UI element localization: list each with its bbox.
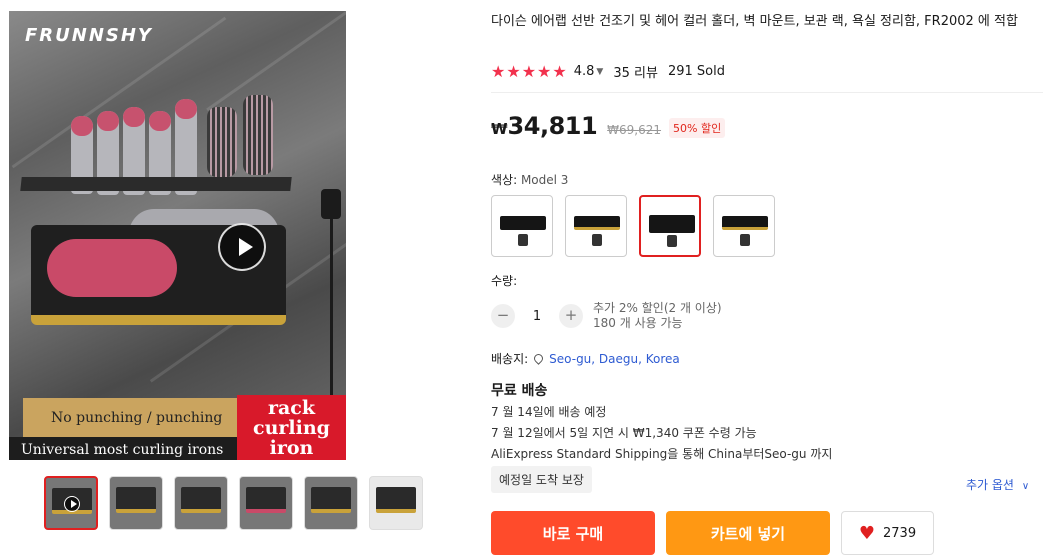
thumbnail-6[interactable]: [369, 476, 423, 530]
thumbnail-4[interactable]: [239, 476, 293, 530]
free-shipping-title: 무료 배송: [491, 383, 548, 399]
more-options-link[interactable]: 추가 옵션 ∨: [966, 476, 1029, 493]
wishlist-button[interactable]: ♥ 2739: [841, 511, 934, 555]
chevron-down-icon: ∨: [1021, 481, 1030, 492]
feature-banner-punching: No punching / punching: [23, 398, 248, 438]
heart-icon: ♥: [858, 522, 876, 544]
product-title: 다이슨 에어랩 선반 건조기 및 헤어 컬러 홀더, 벽 마운트, 보관 랙, …: [491, 14, 1018, 29]
sold-count: 291 Sold: [667, 64, 725, 79]
thumbnail-5[interactable]: [304, 476, 358, 530]
color-swatches: [491, 195, 775, 257]
play-icon[interactable]: [218, 223, 266, 271]
current-price: 34,811: [507, 112, 598, 140]
more-options-label: 추가 옵션: [966, 478, 1014, 492]
color-option-3[interactable]: [639, 195, 701, 257]
quantity-value[interactable]: 1: [515, 309, 559, 324]
color-selected-value: Model 3: [520, 173, 569, 187]
color-option-2[interactable]: [565, 195, 627, 257]
shipping-method: AliExpress Standard Shipping을 통해 China부터…: [491, 447, 833, 461]
original-price: ₩69,621: [607, 123, 662, 137]
color-label: 색상: Model 3: [491, 171, 568, 188]
add-to-cart-button[interactable]: 카트에 넣기: [666, 511, 830, 555]
discount-badge: 50% 할인: [669, 118, 726, 138]
quantity-decrease-button[interactable]: −: [491, 304, 515, 328]
rating-value[interactable]: 4.8: [574, 64, 595, 79]
play-icon: [64, 496, 80, 512]
rating-row: ★★★★★ 4.8 ▼ 35 리뷰 291 Sold: [491, 62, 725, 81]
wishlist-count: 2739: [883, 525, 917, 541]
product-main-image[interactable]: FRUNNSHY No punching / punching Universa…: [9, 11, 346, 460]
ship-to-row: 배송지: Seo-gu, Daegu, Korea: [491, 350, 680, 367]
thumbnail-2[interactable]: [109, 476, 163, 530]
price-row: ₩ 34,811 ₩69,621 50% 할인: [491, 112, 726, 140]
on-time-guarantee-badge: 예정일 도착 보장: [491, 466, 592, 493]
thumbnail-3[interactable]: [174, 476, 228, 530]
color-option-4[interactable]: [713, 195, 775, 257]
delay-coupon-note: 7 월 12일에서 5일 지연 시 ₩1,340 쿠폰 수령 가능: [491, 426, 757, 440]
currency-symbol: ₩: [491, 120, 508, 138]
bulk-discount-note: 추가 2% 할인(2 개 이상): [593, 301, 722, 315]
feature-banner-rack: rack curling iron: [237, 395, 346, 460]
star-icon: ★★★★★: [491, 62, 568, 81]
shelf-graphic: [20, 177, 292, 191]
stock-available: 180 개 사용 가능: [593, 316, 683, 330]
quantity-note: 추가 2% 할인(2 개 이상) 180 개 사용 가능: [593, 301, 722, 331]
buy-now-button[interactable]: 바로 구매: [491, 511, 655, 555]
divider: [491, 92, 1043, 93]
thumbnail-1[interactable]: [44, 476, 98, 530]
banner-word-1: rack: [267, 397, 316, 419]
color-label-text: 색상:: [491, 173, 521, 187]
banner-word-2: curling: [253, 417, 330, 439]
banner-word-3: iron: [269, 437, 314, 459]
brand-logo: FRUNNSHY: [25, 25, 153, 46]
reviews-link[interactable]: 35 리뷰: [613, 62, 658, 81]
quantity-stepper: − 1 + 추가 2% 할인(2 개 이상) 180 개 사용 가능: [491, 301, 722, 331]
feature-banner-universal: Universal most curling irons: [9, 437, 237, 460]
chevron-down-icon[interactable]: ▼: [596, 67, 603, 77]
ship-to-location[interactable]: Seo-gu, Daegu, Korea: [549, 352, 680, 366]
ship-to-label: 배송지:: [491, 352, 529, 366]
color-option-1[interactable]: [491, 195, 553, 257]
quantity-increase-button[interactable]: +: [559, 304, 583, 328]
location-pin-icon: [532, 352, 546, 365]
quantity-label: 수량:: [491, 274, 518, 288]
delivery-eta: 7 월 14일에 배송 예정: [491, 405, 607, 419]
thumbnail-strip: [44, 476, 423, 530]
